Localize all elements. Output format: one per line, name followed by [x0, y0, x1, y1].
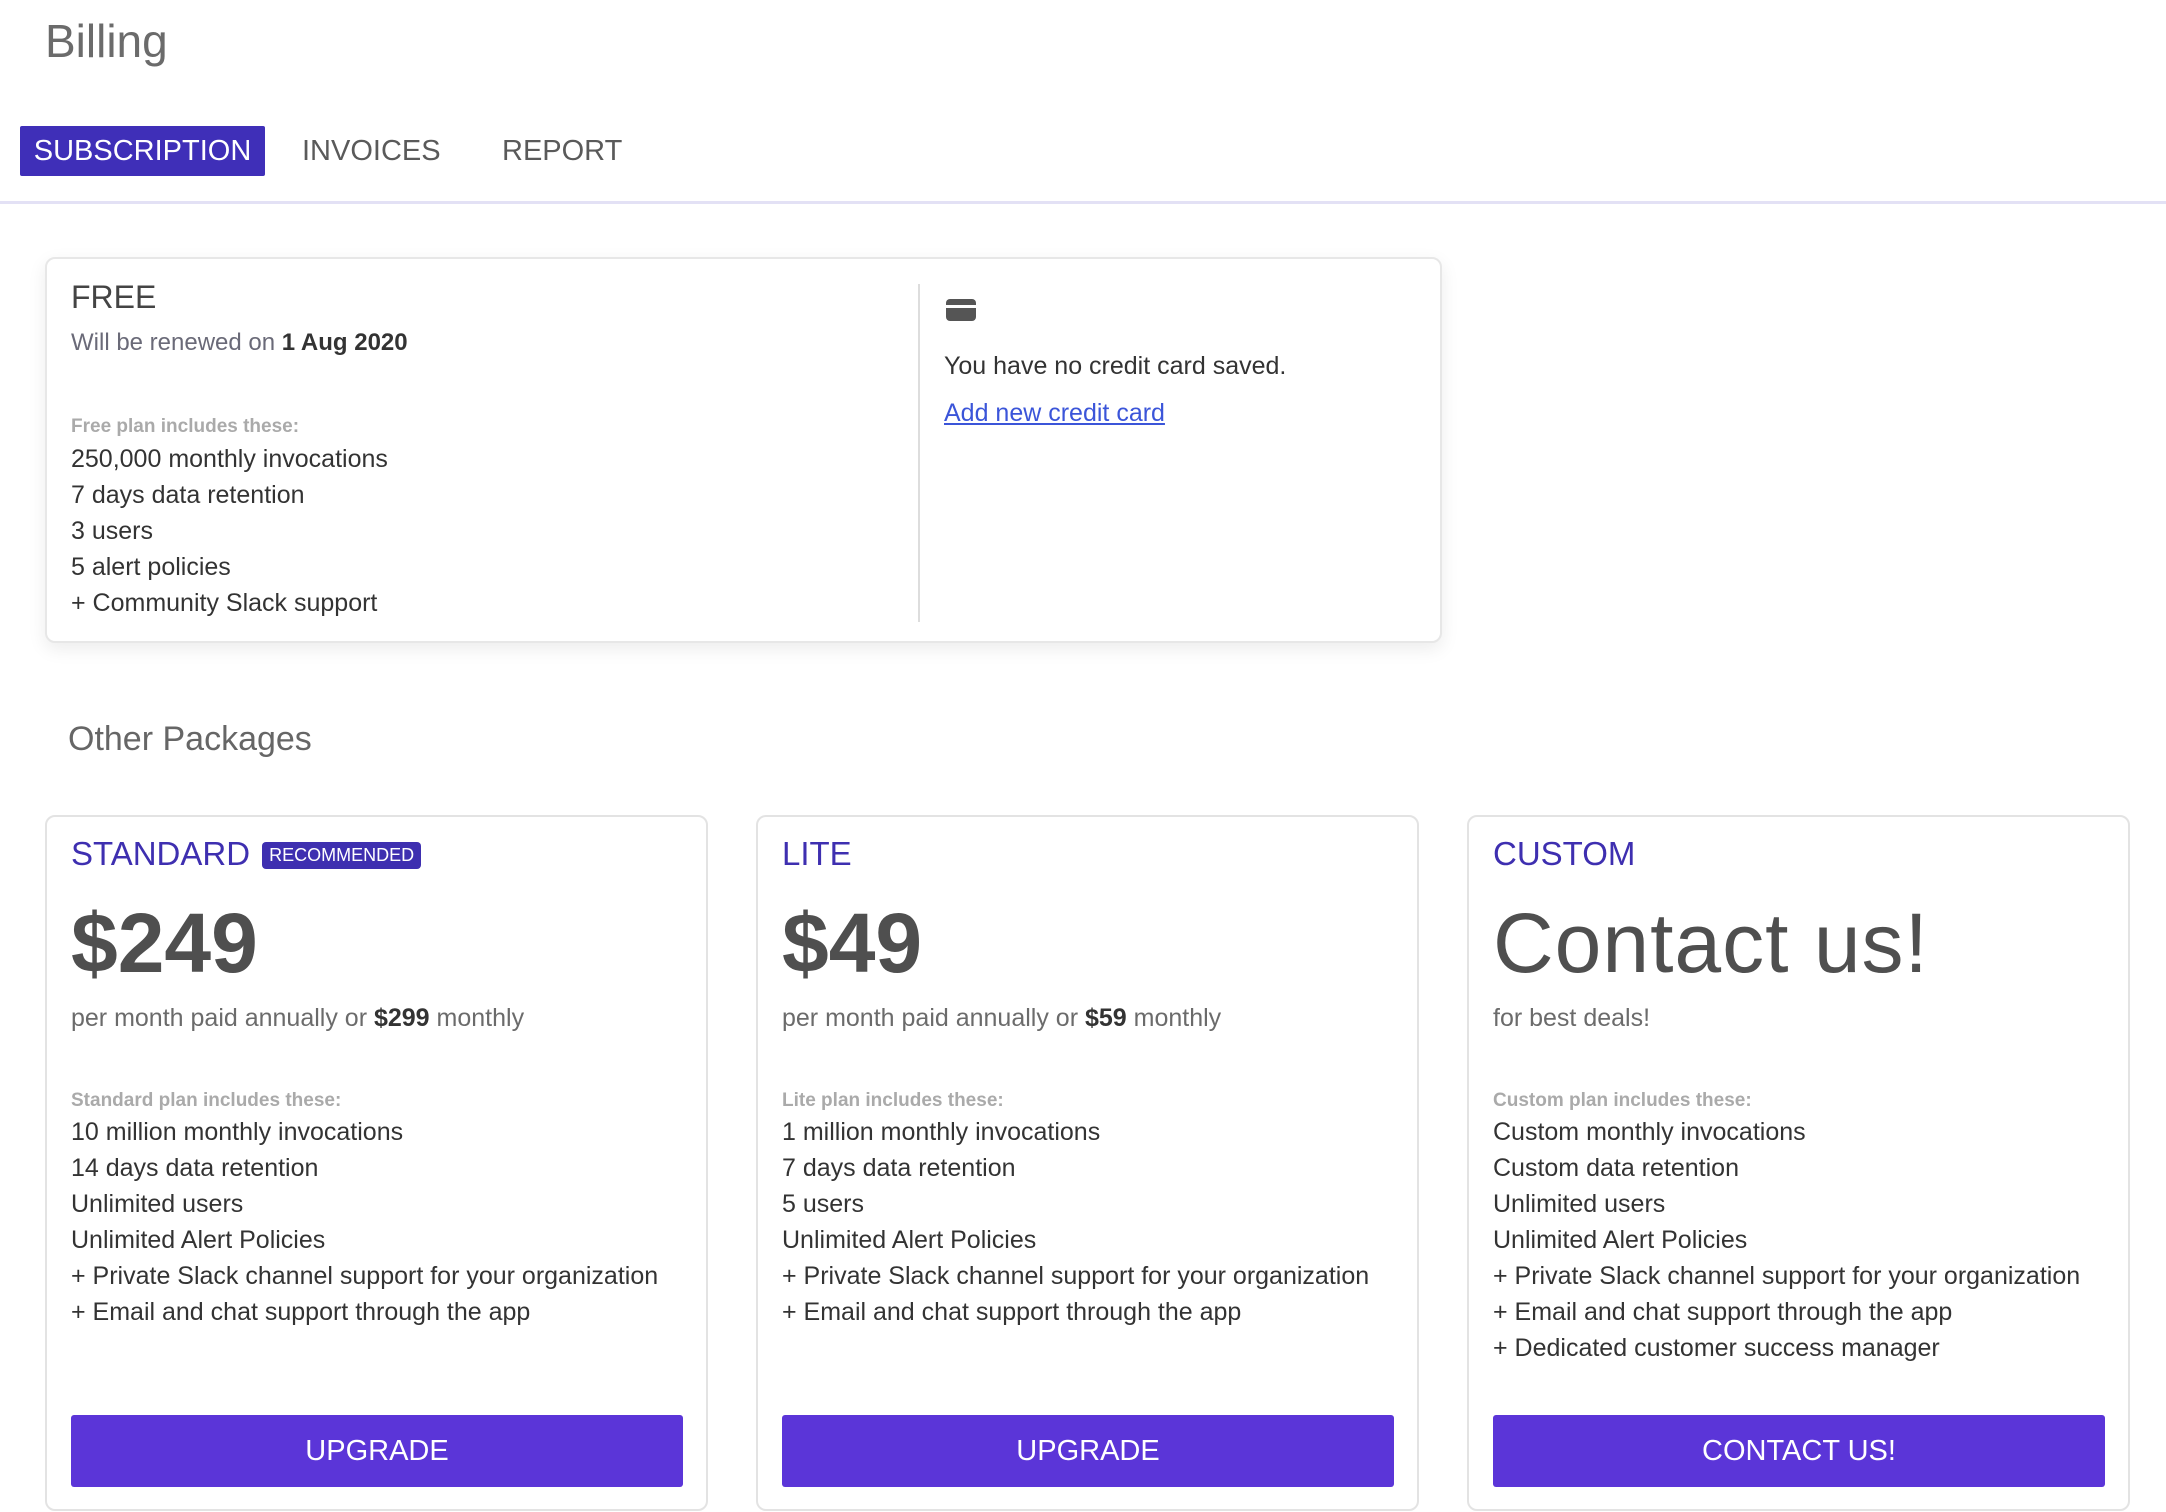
- feature-item: + Email and chat support through the app: [782, 1298, 1242, 1326]
- billing-terms: for best deals!: [1493, 1004, 1651, 1032]
- renewal-info: Will be renewed on 1 Aug 2020: [71, 329, 408, 357]
- includes-caption: Lite plan includes these:: [782, 1090, 1004, 1111]
- feature-item: Unlimited users: [71, 1190, 244, 1218]
- feature-item: 7 days data retention: [782, 1154, 1016, 1182]
- package-name: CUSTOM: [1493, 835, 1635, 873]
- feature-item: 5 alert policies: [71, 553, 231, 581]
- feature-item: + Private Slack channel support for your…: [71, 1262, 659, 1290]
- current-plan-features: 250,000 monthly invocations 7 days data …: [71, 441, 388, 621]
- contact-us-button[interactable]: CONTACT US!: [1493, 1415, 2105, 1487]
- upgrade-standard-button[interactable]: UPGRADE: [71, 1415, 683, 1487]
- package-features: 10 million monthly invocations 14 days d…: [71, 1114, 658, 1330]
- feature-item: 3 users: [71, 517, 153, 545]
- includes-caption: Custom plan includes these:: [1493, 1090, 1752, 1111]
- monthly-price: $299: [373, 1004, 430, 1032]
- feature-item: + Email and chat support through the app: [71, 1298, 531, 1326]
- package-name-text: STANDARD: [71, 835, 251, 872]
- feature-item: 5 users: [782, 1190, 864, 1218]
- package-price: Contact us!: [1493, 896, 1929, 990]
- package-features: 1 million monthly invocations 7 days dat…: [782, 1114, 1369, 1330]
- page-title: Billing: [45, 15, 168, 67]
- package-card-custom: CUSTOM Contact us! for best deals! Custo…: [1467, 815, 2130, 1511]
- package-name: STANDARD RECOMMENDED: [71, 835, 422, 873]
- billing-terms: per month paid annually or $299 monthly: [71, 1004, 524, 1033]
- billing-prefix: per month paid annually or: [782, 1004, 1085, 1032]
- package-name-text: CUSTOM: [1493, 835, 1636, 872]
- upgrade-lite-button[interactable]: UPGRADE: [782, 1415, 1394, 1487]
- feature-item: 14 days data retention: [71, 1154, 319, 1182]
- feature-item: Unlimited users: [1493, 1190, 1666, 1218]
- billing-terms: per month paid annually or $59 monthly: [782, 1004, 1221, 1033]
- other-packages-title: Other Packages: [68, 720, 312, 758]
- current-plan-name: FREE: [71, 279, 157, 315]
- billing-suffix: monthly: [429, 1004, 525, 1032]
- add-credit-card-link[interactable]: Add new credit card: [944, 399, 1165, 428]
- feature-item: 250,000 monthly invocations: [71, 445, 388, 473]
- package-card-lite: LITE $49 per month paid annually or $59 …: [756, 815, 1419, 1511]
- credit-card-icon: [946, 299, 976, 321]
- feature-item: Custom monthly invocations: [1493, 1118, 1806, 1146]
- feature-item: 10 million monthly invocations: [71, 1118, 404, 1146]
- billing-suffix: monthly: [1126, 1004, 1222, 1032]
- recommended-badge: RECOMMENDED: [262, 842, 422, 869]
- feature-item: + Community Slack support: [71, 589, 378, 617]
- monthly-price: $59: [1084, 1004, 1127, 1032]
- package-card-standard: STANDARD RECOMMENDED $249 per month paid …: [45, 815, 708, 1511]
- feature-item: + Private Slack channel support for your…: [782, 1262, 1370, 1290]
- package-price: $49: [782, 896, 923, 990]
- tab-invoices[interactable]: INVOICES: [302, 126, 441, 176]
- tab-report[interactable]: REPORT: [502, 126, 622, 176]
- includes-caption: Free plan includes these:: [71, 416, 300, 437]
- tab-bar-divider: [0, 201, 2166, 204]
- renewal-date: 1 Aug 2020: [281, 329, 408, 356]
- feature-item: Custom data retention: [1493, 1154, 1739, 1182]
- billing-prefix: per month paid annually or: [71, 1004, 374, 1032]
- package-features: Custom monthly invocations Custom data r…: [1493, 1114, 2080, 1366]
- package-price: $249: [71, 896, 258, 990]
- feature-item: Unlimited Alert Policies: [1493, 1226, 1748, 1254]
- feature-item: Unlimited Alert Policies: [71, 1226, 326, 1254]
- tab-subscription[interactable]: SUBSCRIPTION: [20, 126, 265, 176]
- no-card-message: You have no credit card saved.: [944, 352, 1287, 380]
- feature-item: + Private Slack channel support for your…: [1493, 1262, 2081, 1290]
- package-name: LITE: [782, 835, 852, 873]
- feature-item: Unlimited Alert Policies: [782, 1226, 1037, 1254]
- current-plan-card: FREE Will be renewed on 1 Aug 2020 Free …: [45, 257, 1442, 643]
- card-divider: [918, 284, 920, 622]
- renewal-prefix: Will be renewed on: [71, 329, 282, 356]
- feature-item: + Dedicated customer success manager: [1493, 1334, 1940, 1362]
- includes-caption: Standard plan includes these:: [71, 1090, 342, 1111]
- feature-item: 7 days data retention: [71, 481, 305, 509]
- feature-item: 1 million monthly invocations: [782, 1118, 1101, 1146]
- package-name-text: LITE: [782, 835, 852, 872]
- feature-item: + Email and chat support through the app: [1493, 1298, 1953, 1326]
